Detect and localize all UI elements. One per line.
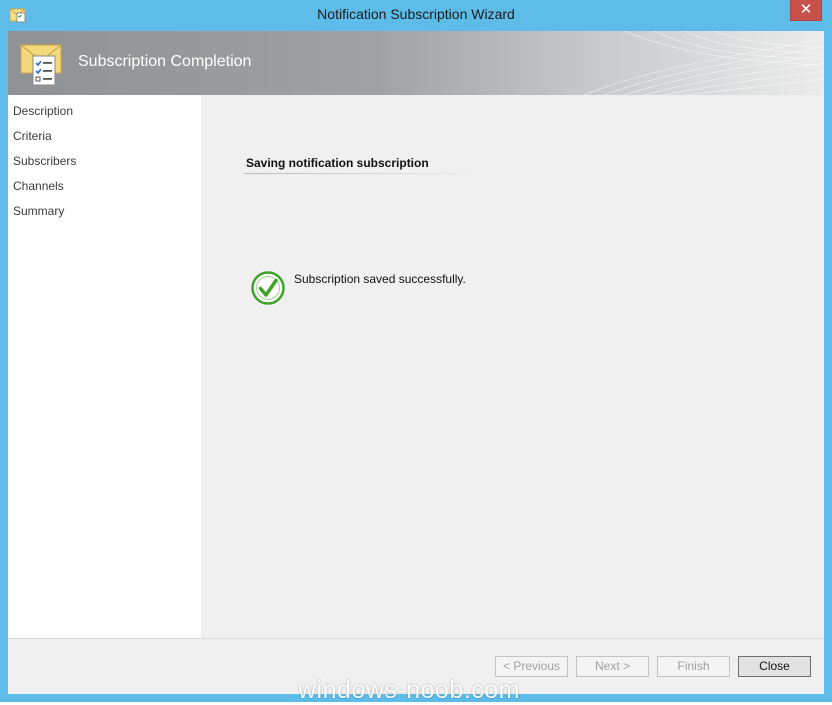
next-button[interactable]: Next > <box>576 656 649 677</box>
wizard-window: Notification Subscription Wizard ✕ Subsc… <box>0 0 832 704</box>
nav-item-description[interactable]: Description <box>13 104 73 118</box>
watermark-text: windows-noob.com <box>298 676 520 704</box>
close-button[interactable]: Close <box>738 656 811 677</box>
nav-item-criteria[interactable]: Criteria <box>13 129 52 143</box>
status-message: Subscription saved successfully. <box>294 272 466 286</box>
wizard-client-area: Subscription Completion Description Crit… <box>8 31 824 694</box>
section-title: Saving notification subscription <box>246 156 429 170</box>
section-divider <box>244 173 484 174</box>
window-title: Notification Subscription Wizard <box>317 6 515 22</box>
window-close-button[interactable]: ✕ <box>790 0 822 21</box>
footer-divider <box>8 638 824 639</box>
nav-item-summary[interactable]: Summary <box>13 204 64 218</box>
nav-item-subscribers[interactable]: Subscribers <box>13 154 76 168</box>
title-bar[interactable]: Notification Subscription Wizard ✕ <box>0 0 832 31</box>
previous-button[interactable]: < Previous <box>495 656 568 677</box>
banner-title: Subscription Completion <box>78 53 252 70</box>
nav-item-channels[interactable]: Channels <box>13 179 64 193</box>
success-check-icon <box>251 271 285 305</box>
finish-button[interactable]: Finish <box>657 656 730 677</box>
banner-wave-decoration <box>583 31 824 95</box>
wizard-steps-nav: Description Criteria Subscribers Channel… <box>8 95 201 639</box>
wizard-banner: Subscription Completion <box>8 31 824 95</box>
envelope-checklist-icon <box>20 44 62 86</box>
